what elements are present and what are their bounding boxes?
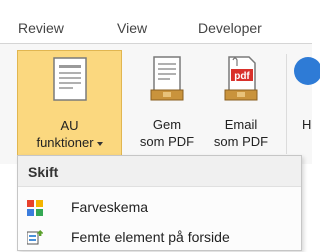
ribbon-group-divider [286, 54, 287, 154]
svg-text:pdf: pdf [234, 71, 250, 82]
pdf-email-icon: pdf [224, 56, 258, 101]
tab-review[interactable]: Review [18, 20, 64, 36]
element-icon [27, 230, 43, 245]
gem-som-pdf-label: Gem som PDF [139, 117, 195, 149]
menu-item-femte-element[interactable]: Femte element på forside [18, 224, 301, 252]
document-icon [52, 57, 87, 101]
email-som-pdf-label: Email som PDF [213, 117, 269, 149]
gem-som-pdf-button[interactable]: Gem som PDF [133, 50, 201, 156]
pdf-document-icon [150, 56, 184, 101]
partial-button-label: H [302, 117, 312, 132]
tab-developer[interactable]: Developer [198, 20, 262, 36]
chevron-down-icon [96, 141, 103, 146]
blue-circle-icon [294, 57, 320, 85]
menu-item-label: Femte element på forside [71, 229, 230, 245]
au-funktioner-dropdown-menu: Skift Farveskema Femte element på forsid… [17, 155, 302, 251]
color-scheme-icon [27, 200, 43, 216]
tab-view[interactable]: View [117, 20, 147, 36]
menu-section-title: Skift [28, 164, 59, 180]
ribbon-panel: AU funktioner Gem som PDF pdf Email som … [0, 44, 320, 164]
au-funktioner-button[interactable]: AU funktioner [17, 50, 122, 156]
ribbon-tab-strip: Review View Developer [0, 0, 312, 44]
menu-item-farveskema[interactable]: Farveskema [18, 194, 301, 222]
email-som-pdf-button[interactable]: pdf Email som PDF [203, 50, 279, 156]
menu-item-label: Farveskema [71, 199, 149, 215]
au-funktioner-label: AU funktioner [18, 117, 121, 151]
menu-section-header: Skift [18, 156, 301, 187]
partial-ribbon-button[interactable]: H [294, 50, 320, 156]
